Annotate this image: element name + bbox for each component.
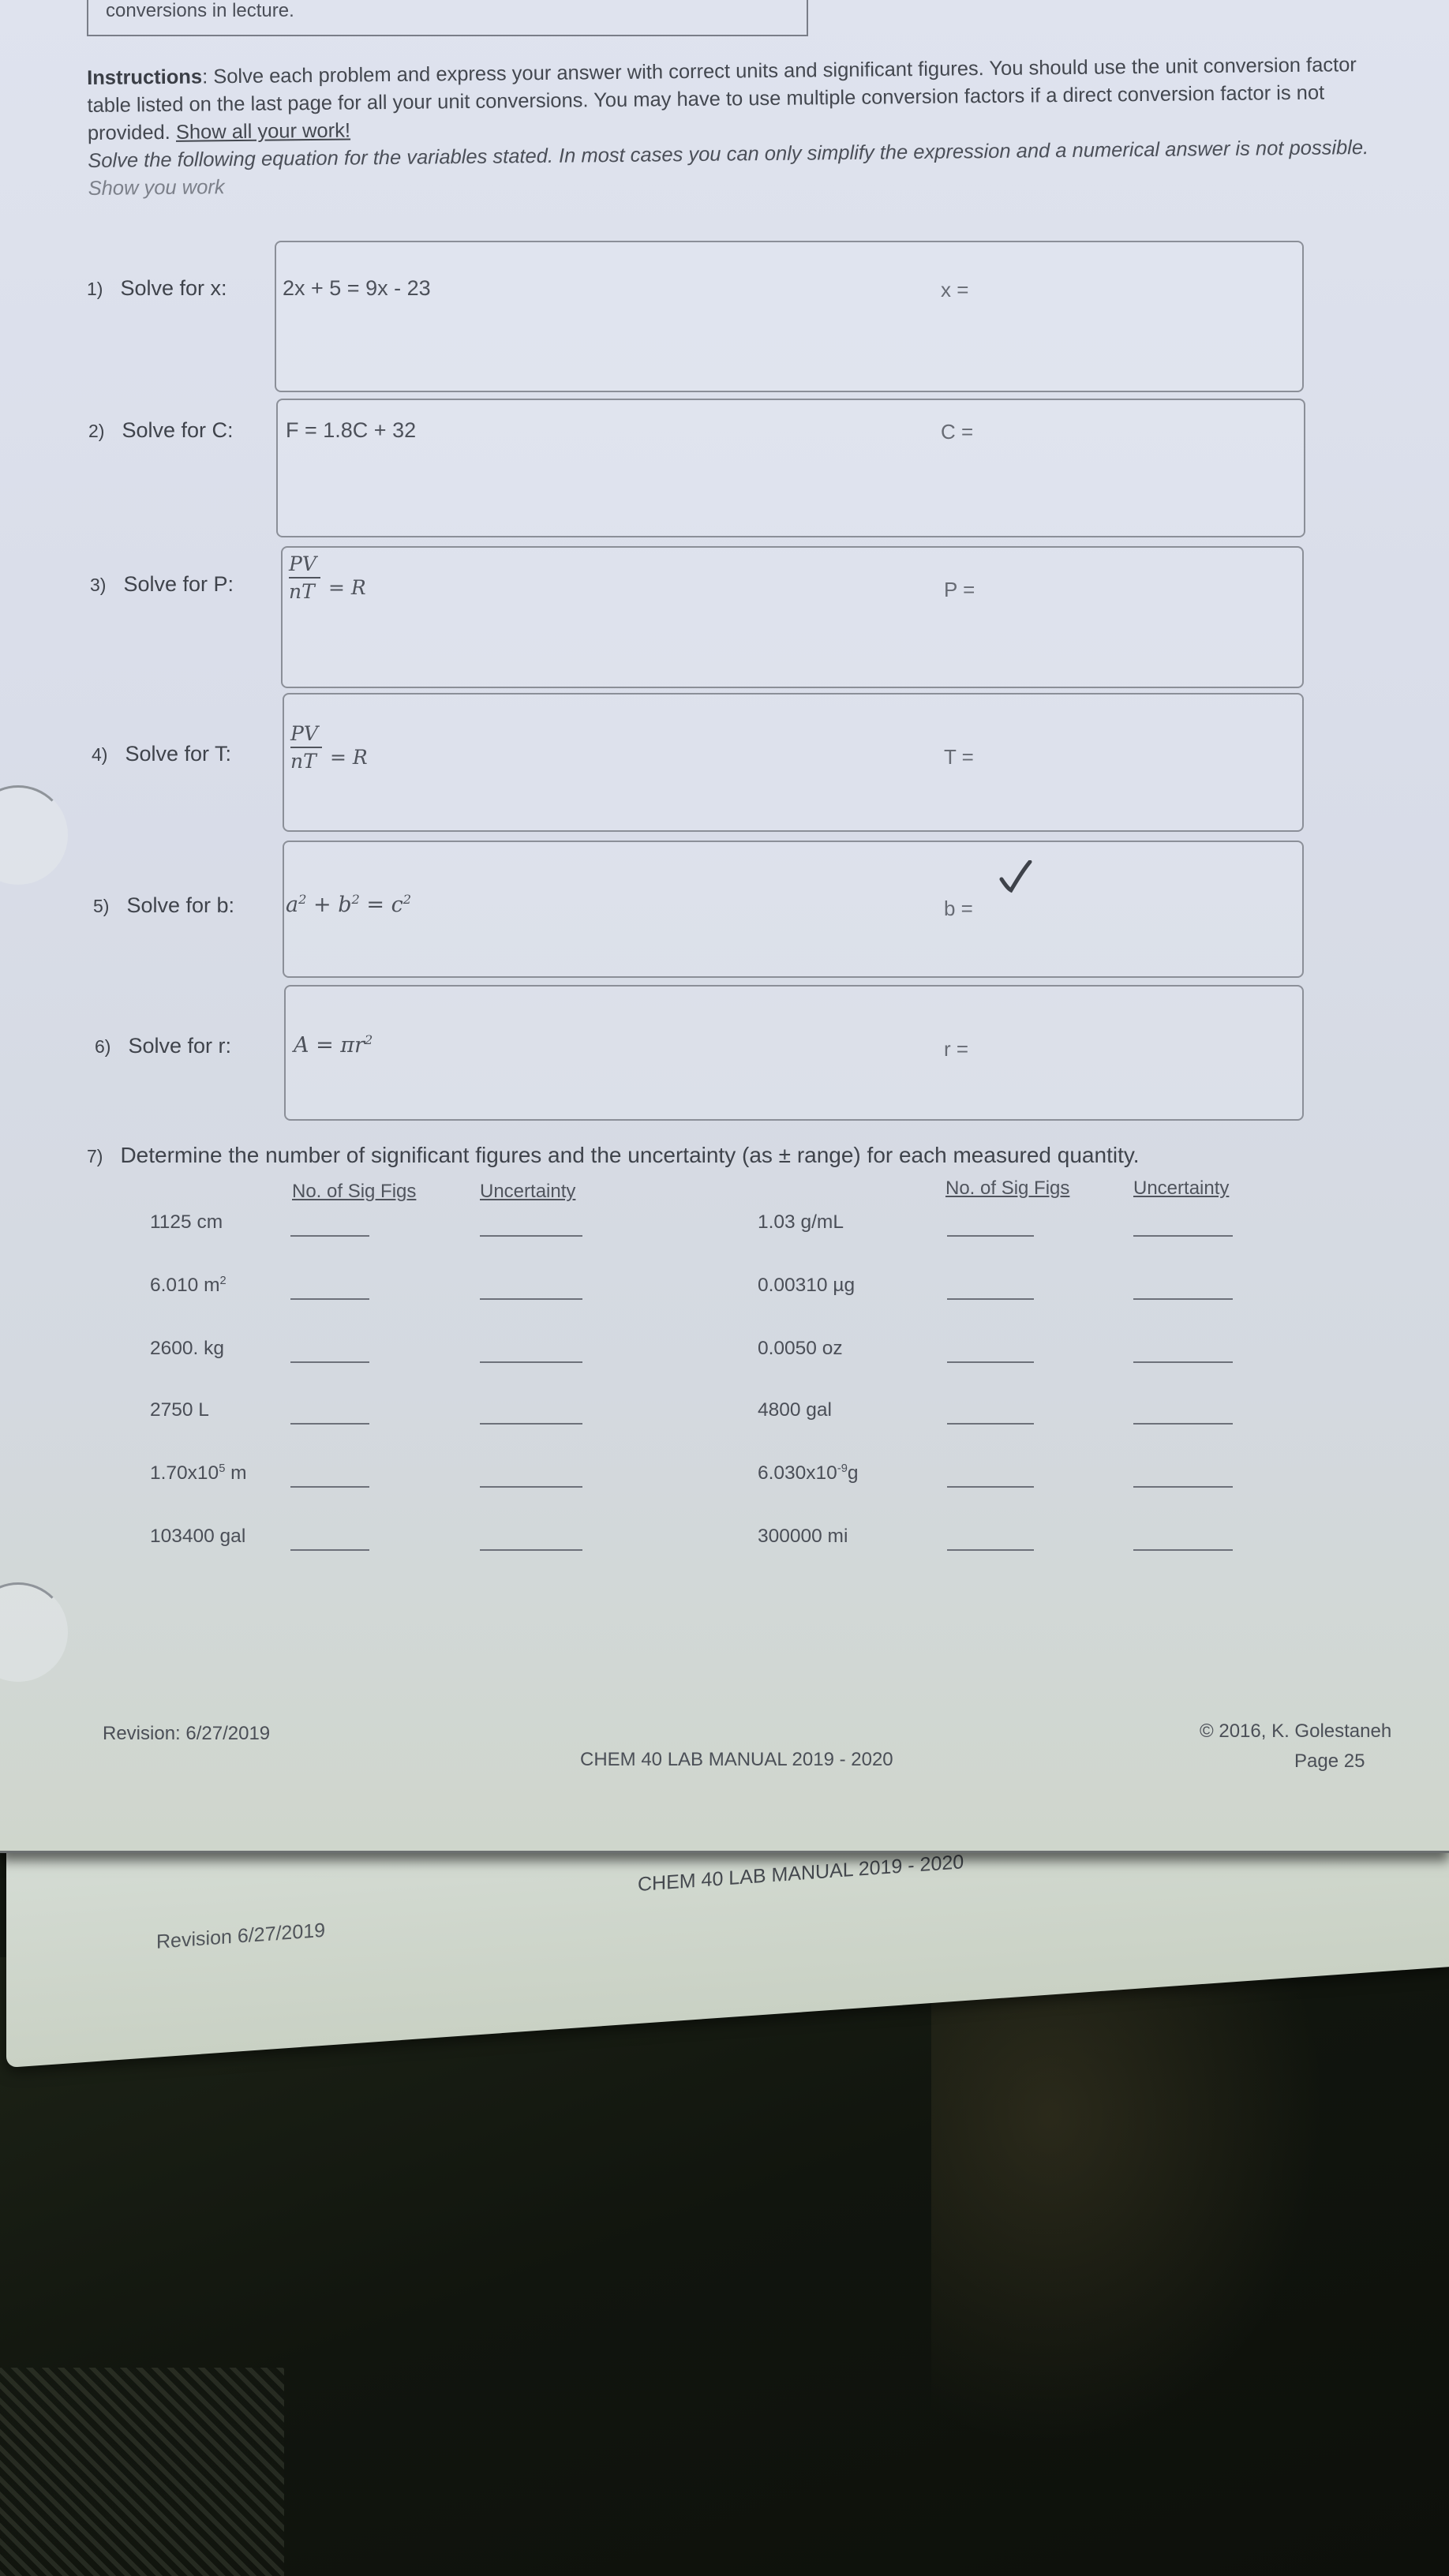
fraction-bar bbox=[289, 577, 320, 578]
page-number: Page 25 bbox=[1294, 1750, 1365, 1772]
right-uncertainty-header: Uncertainty bbox=[1133, 1178, 1230, 1199]
problem-2-answer-label: C = bbox=[941, 420, 974, 444]
show-work-note: Show all your work! bbox=[175, 119, 351, 144]
instructions-label: Instructions bbox=[87, 66, 203, 89]
problem-6-answer-box[interactable] bbox=[284, 985, 1304, 1121]
fabric-texture bbox=[0, 2368, 284, 2576]
checkmark-icon bbox=[999, 860, 1032, 893]
problem-6-equation: A = πr2 bbox=[294, 1032, 373, 1058]
uncertainty-blank[interactable] bbox=[480, 1486, 582, 1488]
problem-3-equation: PV nT = R bbox=[289, 552, 366, 603]
problem-4-answer-label: T = bbox=[944, 745, 974, 769]
problem-1-answer-label: x = bbox=[941, 278, 969, 301]
previous-section-text: conversions in lecture. bbox=[106, 0, 294, 21]
measured-quantity: 300000 mi bbox=[758, 1526, 848, 1547]
problem-3-answer-label: P = bbox=[944, 578, 975, 601]
measured-quantity: 2750 L bbox=[150, 1399, 209, 1421]
problem-5-label: 5) Solve for b: bbox=[93, 893, 235, 917]
uncertainty-blank[interactable] bbox=[1133, 1423, 1233, 1425]
sigfigs-blank[interactable] bbox=[947, 1235, 1034, 1237]
fraction-bar bbox=[290, 747, 322, 748]
sigfigs-blank[interactable] bbox=[290, 1235, 369, 1237]
problem-6-answer-label: r = bbox=[944, 1037, 969, 1061]
problem-1-answer-box[interactable] bbox=[275, 241, 1304, 392]
back-manual-title: CHEM 40 LAB MANUAL 2019 - 2020 bbox=[638, 1851, 964, 1896]
sigfigs-blank[interactable] bbox=[290, 1423, 369, 1425]
uncertainty-blank[interactable] bbox=[480, 1235, 582, 1237]
uncertainty-blank[interactable] bbox=[1133, 1549, 1233, 1551]
problem-5-equation: a2 + b2 = c2 bbox=[286, 892, 412, 917]
sigfigs-blank[interactable] bbox=[947, 1549, 1034, 1551]
manual-title: CHEM 40 LAB MANUAL 2019 - 2020 bbox=[580, 1749, 893, 1770]
previous-section-box: conversions in lecture. bbox=[87, 0, 808, 36]
problem-2-equation: F = 1.8C + 32 bbox=[286, 418, 417, 442]
uncertainty-blank[interactable] bbox=[480, 1298, 582, 1300]
uncertainty-blank[interactable] bbox=[1133, 1361, 1233, 1363]
problem-3-label: 3) Solve for P: bbox=[90, 572, 234, 596]
problem-4-answer-box[interactable] bbox=[283, 693, 1304, 832]
problem-6-label: 6) Solve for r: bbox=[95, 1034, 231, 1058]
punch-hole-bottom bbox=[0, 1582, 68, 1682]
problem-4-equation: PV nT = R bbox=[290, 722, 368, 773]
uncertainty-blank[interactable] bbox=[1133, 1486, 1233, 1488]
sigfigs-blank[interactable] bbox=[947, 1423, 1034, 1425]
measured-quantity: 0.0050 oz bbox=[758, 1338, 843, 1359]
problem-1-equation: 2x + 5 = 9x - 23 bbox=[283, 276, 431, 300]
problem-2-answer-box[interactable] bbox=[276, 399, 1305, 537]
measured-quantity: 1.03 g/mL bbox=[758, 1211, 844, 1233]
uncertainty-blank[interactable] bbox=[1133, 1298, 1233, 1300]
measured-quantity: 6.030x10-9g bbox=[758, 1462, 859, 1485]
right-sigfigs-header: No. of Sig Figs bbox=[945, 1178, 1070, 1199]
sigfigs-blank[interactable] bbox=[290, 1298, 369, 1300]
instructions: Instructions: Solve each problem and exp… bbox=[87, 51, 1398, 203]
problem-3-answer-box[interactable] bbox=[281, 546, 1304, 688]
worksheet-page: conversions in lecture. Instructions: So… bbox=[0, 0, 1449, 1853]
measured-quantity: 4800 gal bbox=[758, 1399, 833, 1421]
sigfigs-blank[interactable] bbox=[290, 1486, 369, 1488]
problem-2-label: 2) Solve for C: bbox=[88, 418, 234, 442]
measured-quantity: 0.00310 µg bbox=[758, 1275, 856, 1296]
measured-quantity: 1.70x105 m bbox=[150, 1462, 247, 1485]
uncertainty-blank[interactable] bbox=[480, 1423, 582, 1425]
sigfigs-blank[interactable] bbox=[947, 1486, 1034, 1488]
sigfigs-blank[interactable] bbox=[947, 1298, 1034, 1300]
left-uncertainty-header: Uncertainty bbox=[480, 1181, 576, 1202]
problem-4-label: 4) Solve for T: bbox=[92, 742, 232, 766]
problem-5-answer-label: b = bbox=[944, 897, 973, 920]
measured-quantity: 2600. kg bbox=[150, 1338, 224, 1359]
problem-5-answer-box[interactable] bbox=[283, 841, 1304, 978]
show-work-tail: Show you work bbox=[88, 176, 225, 200]
question-7-title: 7) Determine the number of significant fi… bbox=[87, 1143, 1140, 1167]
uncertainty-blank[interactable] bbox=[1133, 1235, 1233, 1237]
measured-quantity: 103400 gal bbox=[150, 1526, 246, 1547]
measured-quantity: 1125 cm bbox=[150, 1211, 223, 1233]
punch-hole-top bbox=[0, 785, 68, 885]
sigfigs-blank[interactable] bbox=[290, 1361, 369, 1363]
background-object bbox=[931, 1973, 1326, 2447]
uncertainty-blank[interactable] bbox=[480, 1549, 582, 1551]
problem-1-label: 1) Solve for x: bbox=[87, 276, 227, 300]
copyright: © 2016, K. Golestaneh bbox=[1200, 1720, 1392, 1742]
left-sigfigs-header: No. of Sig Figs bbox=[292, 1181, 417, 1202]
uncertainty-blank[interactable] bbox=[480, 1361, 582, 1363]
back-revision: Revision 6/27/2019 bbox=[156, 1919, 326, 1953]
measured-quantity: 6.010 m2 bbox=[150, 1275, 227, 1297]
sigfigs-blank[interactable] bbox=[290, 1549, 369, 1551]
sigfigs-blank[interactable] bbox=[947, 1361, 1034, 1363]
revision-date: Revision: 6/27/2019 bbox=[103, 1723, 271, 1744]
